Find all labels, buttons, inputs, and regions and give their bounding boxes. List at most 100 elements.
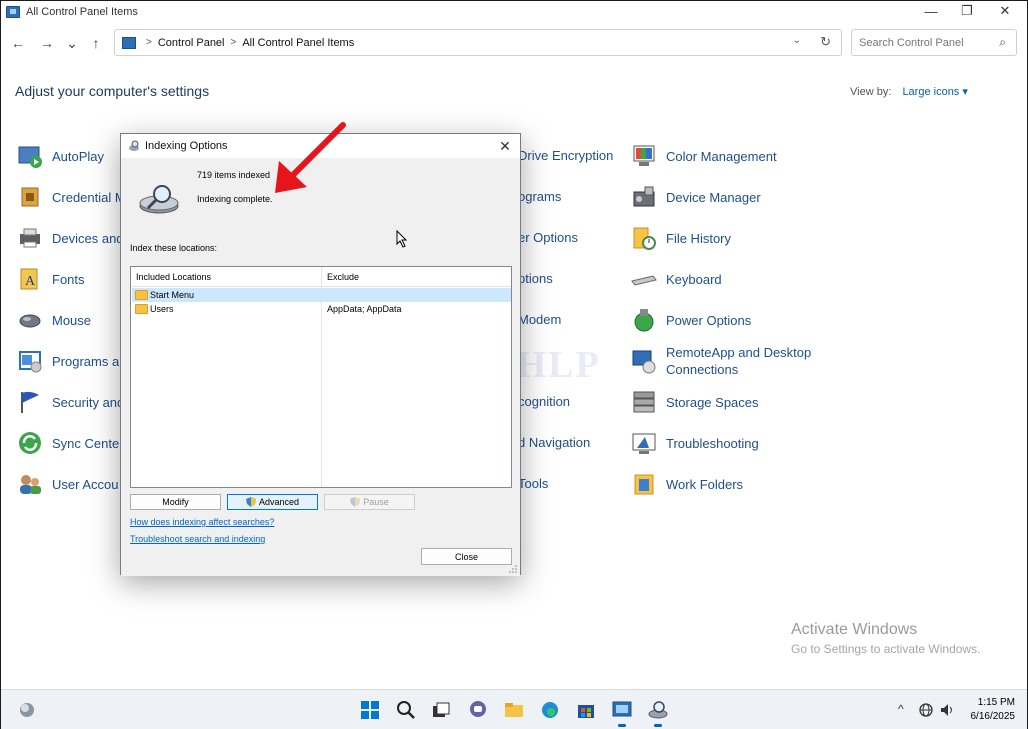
restore-button[interactable]: ❐ <box>948 1 986 21</box>
network-icon[interactable] <box>916 700 936 720</box>
locations-list[interactable]: Included Locations Exclude Start Menu Us… <box>130 266 512 488</box>
system-clock[interactable]: 1:15 PM 6/16/2025 <box>965 696 1016 724</box>
close-button[interactable]: ✕ <box>986 1 1024 21</box>
cp-item-label: RemoteApp and Desktop Connections <box>666 345 812 377</box>
dialog-close-button[interactable]: ✕ <box>496 137 514 155</box>
fonts-icon: A <box>17 266 43 292</box>
start-icon[interactable] <box>358 698 382 722</box>
weather-icon[interactable] <box>15 698 39 722</box>
indexing-magnifier-icon <box>139 185 179 214</box>
column-header-included[interactable]: Included Locations <box>136 272 211 282</box>
cp-item-user-accounts[interactable]: User Accou <box>17 471 118 497</box>
cp-item-default-programs[interactable]: ograms <box>518 188 561 205</box>
title-bar: All Control Panel Items <box>1 1 1027 23</box>
cp-item-label: Keyboard <box>666 271 722 287</box>
cp-item-label: Devices and <box>52 230 124 246</box>
cp-item-sync-center[interactable]: Sync Center <box>17 430 124 456</box>
cp-item-devices-and-printers[interactable]: Devices and <box>17 225 124 251</box>
search-icon[interactable] <box>394 698 418 722</box>
list-item[interactable]: Users AppData; AppData <box>132 302 511 316</box>
dialog-body: 719 items indexed Indexing complete. Ind… <box>121 158 520 576</box>
indexing-status: Indexing complete. <box>197 194 273 204</box>
recent-locations-button[interactable]: ⌄ <box>61 32 83 54</box>
clock-time: 1:15 PM <box>977 697 1015 708</box>
dialog-close-action-button[interactable]: Close <box>421 548 512 565</box>
how-indexing-affects-link[interactable]: How does indexing affect searches? <box>130 517 274 527</box>
view-by-label: View by: <box>850 86 892 98</box>
search-input[interactable]: Search Control Panel ⌕ <box>851 29 1017 56</box>
advanced-button[interactable]: Advanced <box>227 494 318 510</box>
file-explorer-icon[interactable] <box>502 698 526 722</box>
activate-windows-title: Activate Windows <box>791 621 918 638</box>
address-dropdown-icon[interactable]: ⌄ <box>793 35 801 46</box>
refresh-icon[interactable]: ↻ <box>820 34 831 50</box>
resize-grip-icon[interactable] <box>509 565 517 573</box>
search-icon[interactable]: ⌕ <box>999 35 1006 50</box>
cp-item-internet-options[interactable]: ptions <box>518 270 553 287</box>
breadcrumb-separator: > <box>146 37 152 48</box>
forward-button[interactable]: → <box>36 32 58 54</box>
cp-item-fonts[interactable]: A Fonts <box>17 266 85 292</box>
minimize-button[interactable]: — <box>912 1 950 21</box>
user-accounts-icon <box>17 471 43 497</box>
folder-icon <box>135 304 148 314</box>
cp-item-device-manager[interactable]: Device Manager <box>631 184 761 210</box>
cp-item-remoteapp[interactable]: RemoteApp and Desktop Connections <box>631 344 826 378</box>
cp-item-keyboard[interactable]: Keyboard <box>631 266 722 292</box>
modify-button[interactable]: Modify <box>130 494 221 510</box>
cp-item-work-folders[interactable]: Work Folders <box>631 471 743 497</box>
color-management-icon <box>631 143 657 169</box>
cp-item-troubleshooting[interactable]: Troubleshooting <box>631 430 759 456</box>
control-panel-taskbar-icon[interactable] <box>610 698 634 727</box>
cp-item-label: cognition <box>518 394 571 409</box>
list-item[interactable]: Start Menu <box>132 288 511 302</box>
cp-item-label: d Navigation <box>518 435 591 450</box>
cp-item-file-history[interactable]: File History <box>631 225 731 251</box>
up-button[interactable]: ↑ <box>85 32 107 54</box>
indexing-options-taskbar-icon[interactable] <box>646 698 670 727</box>
dialog-title: Indexing Options <box>145 140 228 152</box>
cp-item-power-options[interactable]: Power Options <box>631 307 751 333</box>
cp-item-label: Device Manager <box>666 189 761 205</box>
cp-item-mouse[interactable]: Mouse <box>17 307 91 333</box>
close-button-label: Close <box>454 551 478 562</box>
cp-item-label: Mouse <box>52 312 92 328</box>
cp-item-autoplay[interactable]: AutoPlay <box>17 143 104 169</box>
cp-item-storage-spaces[interactable]: Storage Spaces <box>631 389 759 415</box>
troubleshoot-indexing-link[interactable]: Troubleshoot search and indexing <box>130 534 265 544</box>
annotation-arrow-icon <box>275 122 346 193</box>
cp-item-label: Security and <box>52 394 125 410</box>
volume-icon[interactable] <box>937 700 957 720</box>
address-bar[interactable]: > Control Panel > All Control Panel Item… <box>114 29 842 56</box>
task-view-icon[interactable] <box>429 698 453 722</box>
cp-item-label: Color Management <box>666 148 777 164</box>
cp-item-programs-and-features[interactable]: Programs ar <box>17 348 124 374</box>
page-title: Adjust your computer's settings <box>15 83 210 99</box>
cp-item-bitlocker[interactable]: Drive Encryption <box>518 147 613 164</box>
back-button[interactable]: ← <box>7 32 29 54</box>
cp-item-explorer-options[interactable]: er Options <box>518 229 578 246</box>
cp-item-windows-tools[interactable]: Tools <box>518 475 548 492</box>
cp-item-label: ograms <box>518 189 562 204</box>
advanced-button-label: Advanced <box>258 497 300 507</box>
breadcrumb-control-panel[interactable]: Control Panel <box>158 37 225 49</box>
view-by-dropdown[interactable]: Large icons ▾ <box>902 86 967 98</box>
location-name: Users <box>150 304 174 314</box>
pause-button[interactable]: Pause <box>324 494 415 510</box>
chat-icon[interactable] <box>466 698 490 722</box>
folder-icon <box>135 290 148 300</box>
cp-item-taskbar-and-navigation[interactable]: d Navigation <box>518 434 590 451</box>
cp-item-label: Troubleshooting <box>666 435 759 451</box>
store-icon[interactable] <box>574 698 598 722</box>
cp-item-speech-recognition[interactable]: cognition <box>518 393 570 410</box>
column-header-exclude[interactable]: Exclude <box>327 272 359 282</box>
edge-icon[interactable] <box>538 698 562 722</box>
credential-manager-icon <box>17 184 43 210</box>
cp-item-color-management[interactable]: Color Management <box>631 143 777 169</box>
file-history-icon <box>631 225 657 251</box>
tray-overflow-icon[interactable]: ^ <box>898 702 904 716</box>
cp-item-security-and-maintenance[interactable]: Security and <box>17 389 124 415</box>
cp-item-credential-manager[interactable]: Credential M <box>17 184 126 210</box>
breadcrumb-all-items[interactable]: All Control Panel Items <box>242 37 354 49</box>
cp-item-phone-and-modem[interactable]: Modem <box>518 311 561 328</box>
